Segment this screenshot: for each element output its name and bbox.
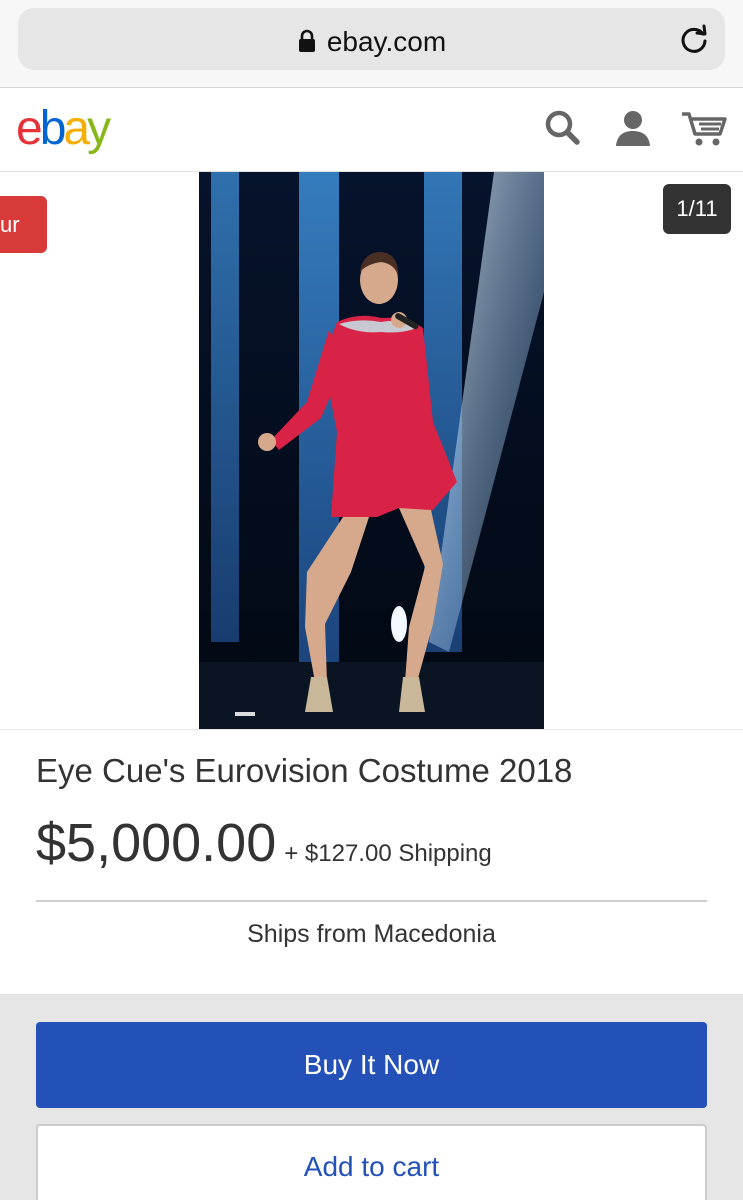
user-icon[interactable] <box>613 108 653 148</box>
url-display[interactable]: ebay.com <box>18 26 725 60</box>
search-icon[interactable] <box>543 108 583 148</box>
ebay-logo[interactable]: ebay <box>16 102 111 156</box>
reload-icon[interactable] <box>677 22 711 56</box>
divider <box>36 900 707 902</box>
action-panel: Buy It Now Add to cart <box>0 994 743 1200</box>
cart-icon[interactable] <box>680 108 728 148</box>
browser-bar: ebay.com <box>0 0 743 88</box>
buy-it-now-button[interactable]: Buy It Now <box>36 1022 707 1108</box>
add-to-cart-button[interactable]: Add to cart <box>36 1124 707 1200</box>
url-text: ebay.com <box>326 26 447 57</box>
promo-badge[interactable]: ur <box>0 196 47 253</box>
ships-from: Ships from Macedonia <box>247 920 496 948</box>
image-gallery[interactable]: ur 1/11 <box>0 172 743 730</box>
logo-letter-e: e <box>16 102 43 155</box>
logo-letter-a: a <box>63 102 90 155</box>
logo-letter-y: y <box>87 102 111 155</box>
item-title: Eye Cue's Eurovision Costume 2018 <box>36 752 573 789</box>
product-photo[interactable] <box>199 172 544 729</box>
logo-letter-b: b <box>39 102 67 155</box>
lock-icon <box>297 28 317 60</box>
address-bar[interactable]: ebay.com <box>18 8 725 70</box>
shipping-cost: + $127.00 Shipping <box>284 840 492 867</box>
price-row: $5,000.00 + $127.00 Shipping <box>36 812 492 874</box>
image-counter: 1/11 <box>663 184 731 234</box>
site-header: ebay <box>0 88 743 172</box>
item-price: $5,000.00 <box>36 813 277 873</box>
